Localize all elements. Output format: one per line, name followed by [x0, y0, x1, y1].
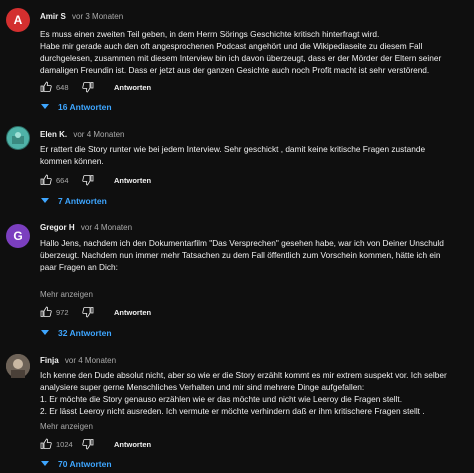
- comment-line: Habe mir gerade auch den oft angesproche…: [40, 41, 423, 51]
- thumbs-down-icon[interactable]: [82, 81, 94, 93]
- view-replies-button[interactable]: 32 Antworten: [40, 328, 112, 338]
- thumbs-up-icon[interactable]: [40, 81, 52, 93]
- like-count: 664: [56, 175, 69, 185]
- comment-text: Er rattert die Story runter wie bei jede…: [40, 143, 470, 167]
- comment-line: analysiere super gerne Menschliches Verh…: [40, 382, 365, 392]
- comment-time[interactable]: vor 4 Monaten: [65, 356, 116, 365]
- author-name[interactable]: Elen K.: [40, 130, 67, 139]
- chevron-down-icon: [41, 330, 49, 335]
- comment-text: Hallo Jens, nachdem ich den Dokumentarfi…: [40, 237, 470, 273]
- avatar-image-icon: [12, 132, 24, 144]
- comment-line: Er rattert die Story runter wie bei jede…: [40, 144, 426, 154]
- show-more-button[interactable]: Mehr anzeigen: [40, 290, 93, 299]
- comment-line: Hallo Jens, nachdem ich den Dokumentarfi…: [40, 238, 444, 248]
- avatar-letter: G: [13, 229, 23, 243]
- chevron-down-icon: [41, 104, 49, 109]
- avatar[interactable]: A: [6, 8, 30, 32]
- comment-header: Gregor H vor 4 Monaten: [40, 223, 132, 232]
- comment-time[interactable]: vor 4 Monaten: [81, 223, 132, 232]
- replies-label: 16 Antworten: [58, 102, 112, 112]
- avatar[interactable]: G: [6, 224, 30, 248]
- avatar[interactable]: [6, 126, 30, 150]
- thumbs-down-icon[interactable]: [82, 174, 94, 186]
- view-replies-button[interactable]: 70 Antworten: [40, 459, 112, 469]
- comment-time[interactable]: vor 4 Monaten: [73, 130, 124, 139]
- comment-line: paar Fragen an Dich:: [40, 262, 118, 272]
- thumbs-up-icon[interactable]: [40, 438, 52, 450]
- comment-text: Es muss einen zweiten Teil geben, in dem…: [40, 28, 470, 76]
- comment-actions: 972 Antworten: [40, 305, 151, 319]
- reply-button[interactable]: Antworten: [114, 83, 151, 92]
- replies-label: 7 Antworten: [58, 196, 107, 206]
- thumbs-down-icon[interactable]: [82, 306, 94, 318]
- comment-line: 2. Er lässt Leeroy nicht ausreden. Ich v…: [40, 406, 425, 416]
- comment-actions: 1024 Antworten: [40, 437, 151, 451]
- thumbs-up-icon[interactable]: [40, 306, 52, 318]
- comment-line: 1. Er möchte die Story genauso erzählen …: [40, 394, 403, 404]
- view-replies-button[interactable]: 16 Antworten: [40, 102, 112, 112]
- comment-line: Ich kenne den Dude absolut nicht, aber s…: [40, 370, 447, 380]
- view-replies-button[interactable]: 7 Antworten: [40, 196, 107, 206]
- thumbs-up-icon[interactable]: [40, 174, 52, 186]
- chevron-down-icon: [41, 461, 49, 466]
- avatar-image-icon: [6, 354, 30, 378]
- author-name[interactable]: Finja: [40, 356, 59, 365]
- show-more-button[interactable]: Mehr anzeigen: [40, 422, 93, 431]
- comment-header: Finja vor 4 Monaten: [40, 356, 116, 365]
- author-name[interactable]: Gregor H: [40, 223, 75, 232]
- replies-label: 32 Antworten: [58, 328, 112, 338]
- reply-button[interactable]: Antworten: [114, 440, 151, 449]
- comment-time[interactable]: vor 3 Monaten: [72, 12, 123, 21]
- comment-line: kommen können.: [40, 156, 104, 166]
- comment-header: Elen K. vor 4 Monaten: [40, 130, 125, 139]
- reply-button[interactable]: Antworten: [114, 176, 151, 185]
- comment-line: überzeugt. Nachdem nun immer mehr Tatsac…: [40, 250, 441, 260]
- author-name[interactable]: Amir S: [40, 12, 66, 21]
- comment-line: durchgelesen, zusammen mit diesem Interv…: [40, 53, 442, 63]
- like-count: 972: [56, 307, 69, 317]
- replies-label: 70 Antworten: [58, 459, 112, 469]
- like-count: 648: [56, 82, 69, 92]
- like-count: 1024: [56, 439, 73, 449]
- comment-actions: 648 Antworten: [40, 80, 151, 94]
- comment-line: damaligen Freundin ist. Dass er jetzt au…: [40, 65, 430, 75]
- comment-header: Amir S vor 3 Monaten: [40, 12, 123, 21]
- comment-line: Es muss einen zweiten Teil geben, in dem…: [40, 29, 380, 39]
- reply-button[interactable]: Antworten: [114, 308, 151, 317]
- thumbs-down-icon[interactable]: [82, 438, 94, 450]
- chevron-down-icon: [41, 198, 49, 203]
- avatar-letter: A: [13, 13, 23, 27]
- comment-actions: 664 Antworten: [40, 173, 151, 187]
- avatar[interactable]: [6, 354, 30, 378]
- comment-text: Ich kenne den Dude absolut nicht, aber s…: [40, 369, 470, 417]
